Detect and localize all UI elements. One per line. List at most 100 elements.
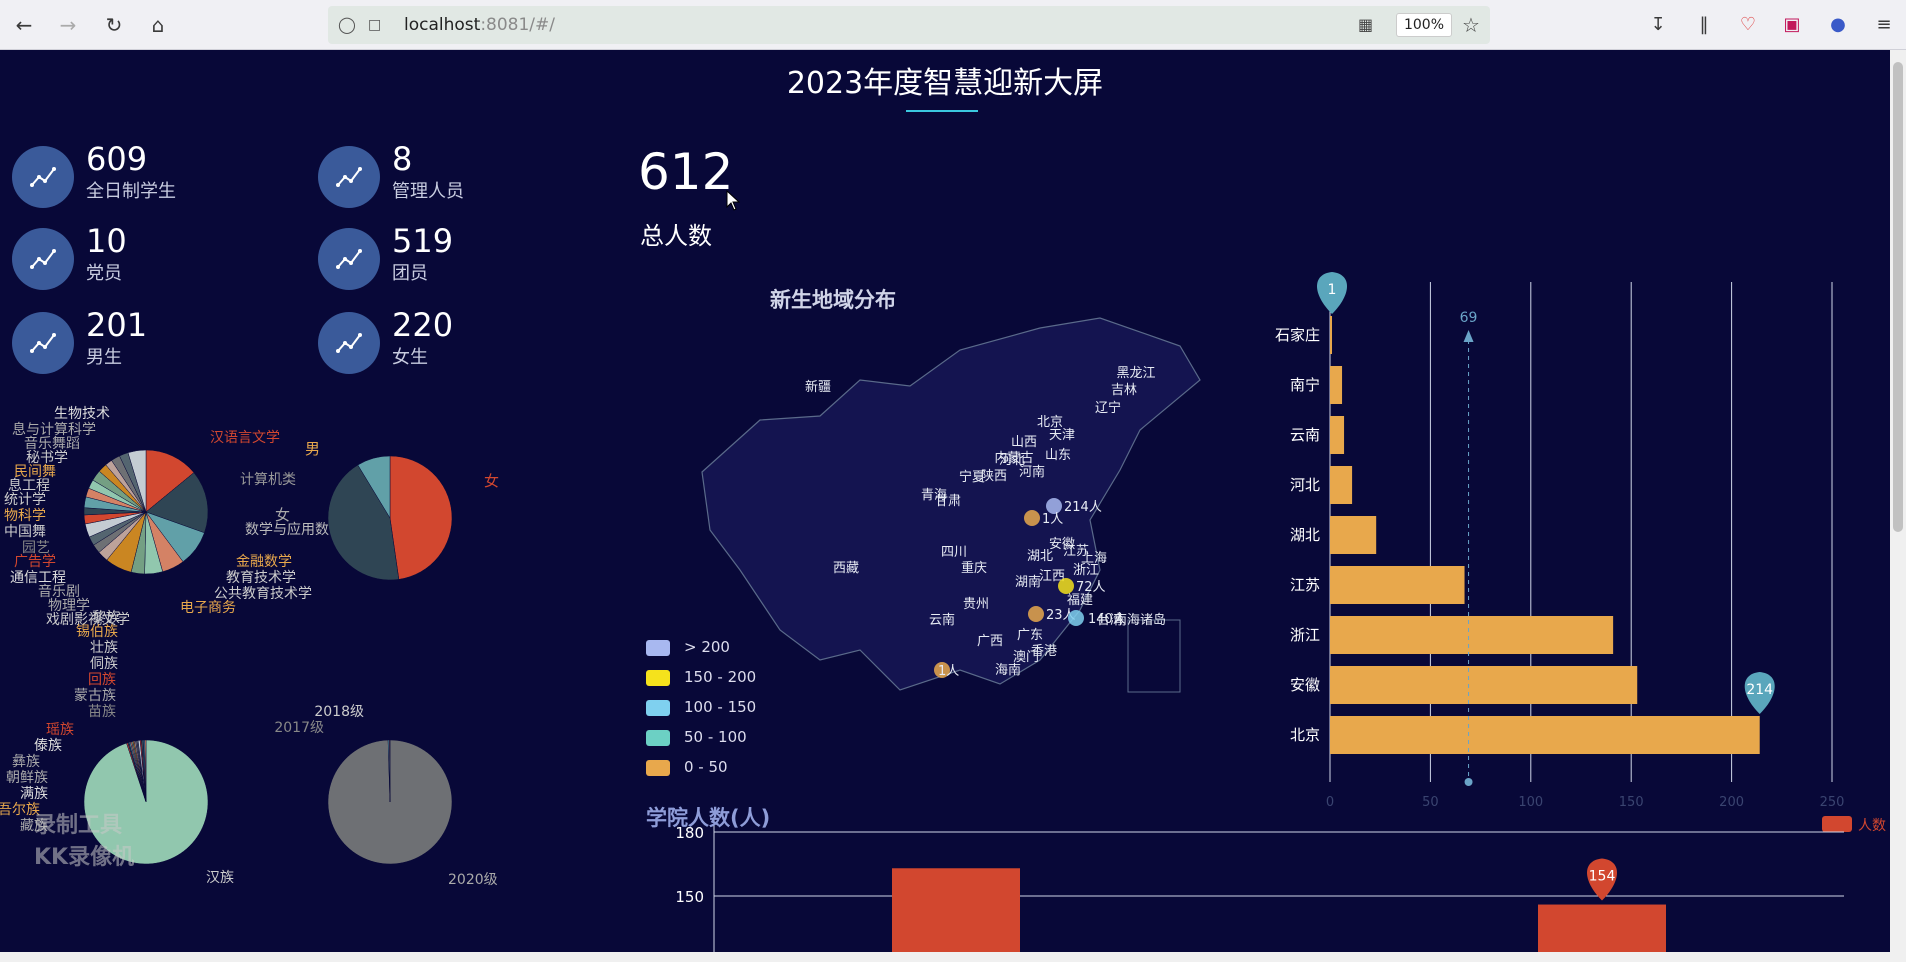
bar[interactable] [1330,416,1345,454]
bar[interactable] [1330,466,1353,504]
recorder-watermark: 录制工具 KK录像机 [34,810,194,874]
legend-swatch [646,700,670,716]
legend-label: 100 - 150 [684,698,757,716]
back-icon[interactable]: ← [10,11,38,39]
pie-label: 黎族 [92,610,120,626]
x-tick-label: 200 [1719,795,1744,810]
pie-label: 锡伯族 [76,624,118,640]
pie-label: 物科学 [4,508,46,524]
download-icon[interactable]: ↧ [1644,11,1672,39]
map-legend-item[interactable]: > 200 [646,636,786,658]
bar[interactable] [1538,904,1666,952]
province-label: 黑龙江 [1116,366,1155,381]
x-tick-label: 50 [1422,795,1439,810]
forward-icon[interactable]: → [54,11,82,39]
bar[interactable] [1330,716,1760,754]
mark-point-label: 154 [1589,869,1616,885]
bar[interactable] [1330,366,1343,404]
pie-label: 朝鲜族 [6,770,48,786]
map-point[interactable] [1028,606,1044,622]
pie-label: 物理学 [48,598,90,614]
category-label: 河北 [1290,476,1320,494]
pocket-icon[interactable]: ♡ [1734,11,1762,39]
map-point-label: 72人 [1076,580,1106,595]
shield-icon[interactable]: ◯ [338,15,356,35]
mark-point-label: 1 [1328,282,1337,298]
map-point-label: 1人 [1042,512,1063,527]
category-label: 石家庄 [1275,326,1320,344]
pie-label: 中国舞 [4,524,46,540]
charts-canvas: 汉语言文学计算机类数学与应用数学金融数学教育技术学公共教育技术学电子商务戏剧影视… [0,272,1886,952]
watermark-line-2: KK录像机 [34,845,135,870]
map-legend-item[interactable]: 100 - 150 [646,696,786,718]
extension-icon[interactable]: ▣ [1778,11,1806,39]
bookmark-star-icon[interactable]: ☆ [1462,13,1484,37]
scrollbar-thumb[interactable] [1893,62,1903,532]
legend-swatch[interactable] [1822,816,1852,832]
province-bar-chart: 0 50 100 150 200 250 石家庄南宁云南河北湖北江苏浙江安徽北京 69 1 214… [1275,272,1886,834]
bar[interactable] [1330,316,1333,354]
pie-label: 女 [484,472,499,490]
legend-swatch [646,760,670,776]
vertical-scrollbar[interactable] [1890,50,1906,952]
url-text[interactable]: localhost:8081/#/ [404,14,555,36]
x-tick-label: 0 [1326,795,1334,810]
pie-label: 教育技术学 [226,570,296,586]
map-point[interactable] [1024,510,1040,526]
category-label: 北京 [1290,726,1320,744]
reload-icon[interactable]: ↻ [100,11,128,39]
pie-label: 园艺 [22,540,50,556]
zoom-level[interactable]: 100% [1396,13,1452,37]
pie-slice[interactable] [389,455,453,580]
pie-label: 生物技术 [54,406,110,422]
horizontal-scrollbar[interactable] [0,952,1906,962]
province-label: 四川 [941,545,967,560]
pie-label: 广告学 [14,554,56,570]
map-legend-item[interactable]: 150 - 200 [646,666,786,688]
legend-swatch [646,670,670,686]
bar[interactable] [892,868,1020,952]
dashboard: 2023年度智慧迎新大屏 609 全日制学生 8 管理人员 10 党员 519 团员 201 男生… [0,50,1890,952]
browser-toolbar: ← → ↻ ⌂ ◯ □ localhost:8081/#/ ▦ 100% ☆ ↧… [0,0,1906,50]
menu-icon[interactable]: ≡ [1870,11,1898,39]
address-bar[interactable]: ◯ □ localhost:8081/#/ ▦ 100% ☆ [328,6,1490,44]
category-label: 浙江 [1290,626,1320,644]
pie-label: 蒙古族 [74,688,116,704]
map-point[interactable] [1068,610,1084,626]
qr-code-icon[interactable]: ▦ [1358,15,1378,35]
major-pie-chart: 汉语言文学计算机类数学与应用数学金融数学教育技术学公共教育技术学电子商务戏剧影视… [4,406,343,628]
pie-label: 电子商务 [180,600,236,616]
map-legend-item[interactable]: 0 - 50 [646,756,786,778]
bar[interactable] [1330,616,1614,654]
college-bar-chart: 180150154 [675,820,1844,952]
map-point[interactable] [1058,578,1074,594]
legend-label: > 200 [684,638,730,656]
province-label: 天津 [1049,428,1075,443]
mark-line-label: 69 [1460,310,1478,326]
pie-label: 苗族 [88,704,116,720]
province-label: 广东 [1017,628,1043,643]
map-title: 新生地域分布 [770,288,896,312]
account-icon[interactable]: ● [1824,11,1852,39]
pie-label: 女 [275,506,290,524]
map-point-label: 140人 [1088,612,1126,627]
map-legend-item[interactable]: 50 - 100 [646,726,786,748]
province-label: 湖南 [1015,574,1041,590]
province-label: 河南 [1019,464,1045,480]
bar[interactable] [1330,566,1465,604]
page-icon: □ [368,17,382,33]
pie-label: 息与计算科学 [12,421,96,438]
mark-line-dot [1464,778,1473,786]
gender-pie-chart: 女 男女 [275,440,499,581]
pie-label: 满族 [20,786,48,802]
home-icon[interactable]: ⌂ [144,11,172,39]
legend-swatch [646,640,670,656]
bar[interactable] [1330,666,1638,704]
pie-label: 秘书学 [26,450,68,466]
pie-label: 傣族 [34,738,62,754]
pie-label: 2017级 [274,720,324,736]
bar[interactable] [1330,516,1377,554]
pie-label: 统计学 [4,492,46,508]
pie-label: 2018级 [314,704,364,720]
library-icon[interactable]: ‖ [1690,11,1718,39]
